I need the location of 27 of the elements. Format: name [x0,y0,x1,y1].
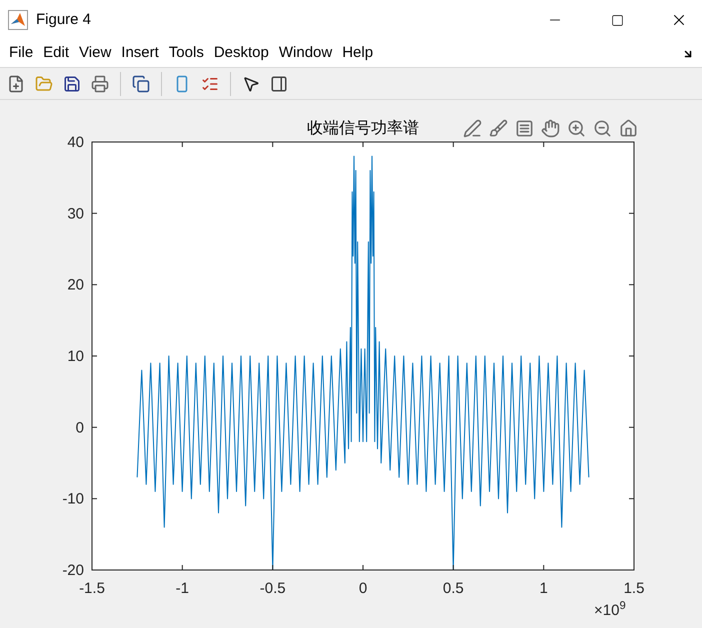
menu-item[interactable]: Tools [164,42,209,65]
y-tick-label: -10 [62,490,84,508]
x-tick-label: 0 [358,580,368,597]
menu-item[interactable]: Desktop [208,42,274,65]
window-title: Figure 4 [36,10,92,30]
maximize-icon[interactable] [610,14,624,26]
x-tick-label: -1.5 [79,580,105,597]
chart-title: 收端信号功率谱 [307,118,419,137]
y-tick-label: 10 [67,348,84,365]
menu-item[interactable]: Insert [116,42,164,65]
x-tick-label: 1 [540,580,548,597]
menu-item[interactable]: Edit [38,42,74,65]
menu-item[interactable]: Help [337,42,378,65]
x-tick-label: -1 [176,580,189,597]
x-tick-label: 0.5 [442,580,464,597]
menu-item[interactable]: View [74,42,116,65]
x-tick-label: -0.5 [260,580,286,597]
app-logo-icon [8,10,28,30]
y-tick-label: 20 [67,276,84,294]
menu-item[interactable]: File [4,42,38,65]
menu-item[interactable]: Window [274,42,338,65]
y-tick-label: 40 [67,134,84,151]
axis-exponent: ×10$^{9}$ [594,600,626,621]
y-tick-label: 0 [76,419,84,436]
x-tick-label: 1.5 [624,580,644,597]
y-tick-label: 30 [67,205,84,222]
y-tick-label: -20 [62,562,84,579]
